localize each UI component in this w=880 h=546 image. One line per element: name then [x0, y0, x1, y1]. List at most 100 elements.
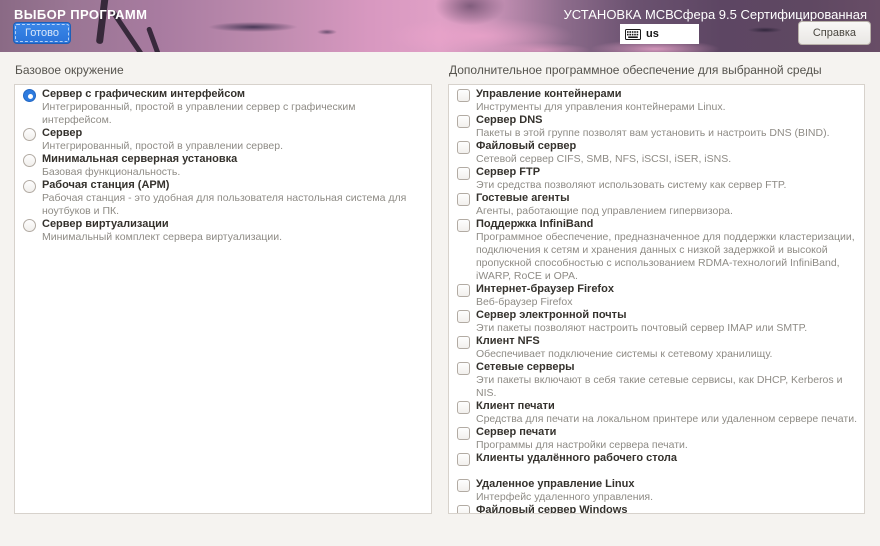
- addon-option[interactable]: Поддержка InfiniBandПрограммное обеспече…: [455, 218, 858, 283]
- keyboard-icon: [625, 29, 641, 40]
- option-text: Сервер электронной почтыЭти пакеты позво…: [476, 309, 858, 335]
- addon-option[interactable]: Файловый сервер WindowsЭта группа пакето…: [455, 504, 858, 514]
- addon-option[interactable]: Файловый серверСетевой сервер CIFS, SMB,…: [455, 140, 858, 166]
- option-description: Интерфейс удаленного управления.: [476, 491, 858, 504]
- option-title: Сервер электронной почты: [476, 309, 858, 322]
- checkbox[interactable]: [457, 141, 470, 154]
- option-text: Клиенты удалённого рабочего стола: [476, 452, 858, 478]
- base-environment-option[interactable]: Сервер с графическим интерфейсомИнтегрир…: [21, 88, 425, 127]
- option-text: Минимальная серверная установкаБазовая ф…: [42, 153, 425, 179]
- addon-option[interactable]: Удаленное управление LinuxИнтерфейс удал…: [455, 478, 858, 504]
- keyboard-layout-code: us: [646, 28, 659, 40]
- addon-option[interactable]: Сервер DNSПакеты в этой группе позволят …: [455, 114, 858, 140]
- checkbox[interactable]: [457, 427, 470, 440]
- option-description: Эти пакеты позволяют настроить почтовый …: [476, 322, 858, 335]
- option-text: Сервер виртуализацииМинимальный комплект…: [42, 218, 425, 244]
- checkbox[interactable]: [457, 505, 470, 514]
- addon-option[interactable]: Клиент NFSОбеспечивает подключение систе…: [455, 335, 858, 361]
- content-area: Базовое окружение Сервер с графическим и…: [0, 52, 880, 514]
- option-description: Средства для печати на локальном принтер…: [476, 413, 858, 426]
- addon-option[interactable]: Сервер FTPЭти средства позволяют использ…: [455, 166, 858, 192]
- radio-button[interactable]: [23, 154, 36, 167]
- option-text: Интернет-браузер FirefoxВеб-браузер Fire…: [476, 283, 858, 309]
- checkbox[interactable]: [457, 453, 470, 466]
- option-title: Минимальная серверная установка: [42, 153, 425, 166]
- option-title: Сервер печати: [476, 426, 858, 439]
- option-text: Клиент печатиСредства для печати на лока…: [476, 400, 858, 426]
- checkbox[interactable]: [457, 362, 470, 375]
- radio-button[interactable]: [23, 219, 36, 232]
- radio-button[interactable]: [23, 128, 36, 141]
- option-title: Сервер виртуализации: [42, 218, 425, 231]
- checkbox[interactable]: [457, 89, 470, 102]
- addon-option[interactable]: Управление контейнерамиИнструменты для у…: [455, 88, 858, 114]
- checkbox[interactable]: [457, 401, 470, 414]
- option-text: Файловый сервер WindowsЭта группа пакето…: [476, 504, 858, 514]
- page-title: ВЫБОР ПРОГРАММ: [14, 7, 147, 22]
- addon-option[interactable]: Сервер печатиПрограммы для настройки сер…: [455, 426, 858, 452]
- base-environment-option[interactable]: СерверИнтегрированный, простой в управле…: [21, 127, 425, 153]
- radio-button-selected[interactable]: [23, 89, 36, 102]
- option-description: Интегрированный, простой в управлении се…: [42, 140, 425, 153]
- option-text: Рабочая станция (АРМ)Рабочая станция - э…: [42, 179, 425, 218]
- help-button[interactable]: Справка: [798, 21, 871, 45]
- done-button[interactable]: Готово: [13, 22, 71, 44]
- checkbox[interactable]: [457, 219, 470, 232]
- option-title: Сетевые серверы: [476, 361, 858, 374]
- option-text: Удаленное управление LinuxИнтерфейс удал…: [476, 478, 858, 504]
- base-environment-option[interactable]: Минимальная серверная установкаБазовая ф…: [21, 153, 425, 179]
- option-description: Сетевой сервер CIFS, SMB, NFS, iSCSI, iS…: [476, 153, 858, 166]
- addons-label: Дополнительное программное обеспечение д…: [449, 63, 865, 78]
- checkbox[interactable]: [457, 336, 470, 349]
- addon-option[interactable]: Гостевые агентыАгенты, работающие под уп…: [455, 192, 858, 218]
- option-title: Сервер: [42, 127, 425, 140]
- addon-option[interactable]: Клиенты удалённого рабочего стола: [455, 452, 858, 478]
- option-title: Сервер с графическим интерфейсом: [42, 88, 425, 101]
- option-text: Файловый серверСетевой сервер CIFS, SMB,…: [476, 140, 858, 166]
- option-description: Агенты, работающие под управлением гипер…: [476, 205, 858, 218]
- checkbox[interactable]: [457, 479, 470, 492]
- product-title: УСТАНОВКА МСВСфера 9.5 Сертифицированная: [564, 7, 867, 22]
- option-text: Поддержка InfiniBandПрограммное обеспече…: [476, 218, 858, 283]
- checkbox[interactable]: [457, 193, 470, 206]
- option-description: Программы для настройки сервера печати.: [476, 439, 858, 452]
- base-environment-option[interactable]: Сервер виртуализацииМинимальный комплект…: [21, 218, 425, 244]
- keyboard-layout-indicator[interactable]: us: [620, 24, 699, 44]
- option-text: Сервер DNSПакеты в этой группе позволят …: [476, 114, 858, 140]
- addon-option[interactable]: Сервер электронной почтыЭти пакеты позво…: [455, 309, 858, 335]
- option-description: Обеспечивает подключение системы к сетев…: [476, 348, 858, 361]
- checkbox[interactable]: [457, 115, 470, 128]
- addons-column: Дополнительное программное обеспечение д…: [448, 62, 865, 514]
- addon-option[interactable]: Сетевые серверыЭти пакеты включают в себ…: [455, 361, 858, 400]
- checkbox[interactable]: [457, 310, 470, 323]
- addon-option[interactable]: Интернет-браузер FirefoxВеб-браузер Fire…: [455, 283, 858, 309]
- option-text: Клиент NFSОбеспечивает подключение систе…: [476, 335, 858, 361]
- option-description: Эти пакеты включают в себя такие сетевые…: [476, 374, 858, 400]
- header-bar: ВЫБОР ПРОГРАММ Готово УСТАНОВКА МСВСфера…: [0, 0, 880, 52]
- header-background-art: [146, 26, 163, 52]
- base-environment-panel: Сервер с графическим интерфейсом Интегрир…: [14, 84, 432, 514]
- option-description: Рабочая станция - это удобная для пользо…: [42, 192, 425, 218]
- option-title: Интернет-браузер Firefox: [476, 283, 858, 296]
- base-environment-column: Базовое окружение Сервер с графическим и…: [14, 62, 432, 514]
- radio-button[interactable]: [23, 180, 36, 193]
- option-text: Гостевые агентыАгенты, работающие под уп…: [476, 192, 858, 218]
- option-title: Сервер FTP: [476, 166, 858, 179]
- base-environment-option[interactable]: Рабочая станция (АРМ)Рабочая станция - э…: [21, 179, 425, 218]
- option-text: Управление контейнерамиИнструменты для у…: [476, 88, 858, 114]
- option-title: Файловый сервер: [476, 140, 858, 153]
- option-title: Сервер DNS: [476, 114, 858, 127]
- option-text: Сервер FTPЭти средства позволяют использ…: [476, 166, 858, 192]
- addon-option[interactable]: Клиент печатиСредства для печати на лока…: [455, 400, 858, 426]
- option-description: Минимальный комплект сервера виртуализац…: [42, 231, 425, 244]
- option-title: Поддержка InfiniBand: [476, 218, 858, 231]
- option-title: Удаленное управление Linux: [476, 478, 858, 491]
- option-description: Инструменты для управления контейнерами …: [476, 101, 858, 114]
- option-text: Сервер печатиПрограммы для настройки сер…: [476, 426, 858, 452]
- checkbox[interactable]: [457, 284, 470, 297]
- checkbox[interactable]: [457, 167, 470, 180]
- option-text: Сервер с графическим интерфейсомИнтегрир…: [42, 88, 425, 127]
- option-text: Сетевые серверыЭти пакеты включают в себ…: [476, 361, 858, 400]
- option-description: Пакеты в этой группе позволят вам устано…: [476, 127, 858, 140]
- option-description: [476, 465, 858, 478]
